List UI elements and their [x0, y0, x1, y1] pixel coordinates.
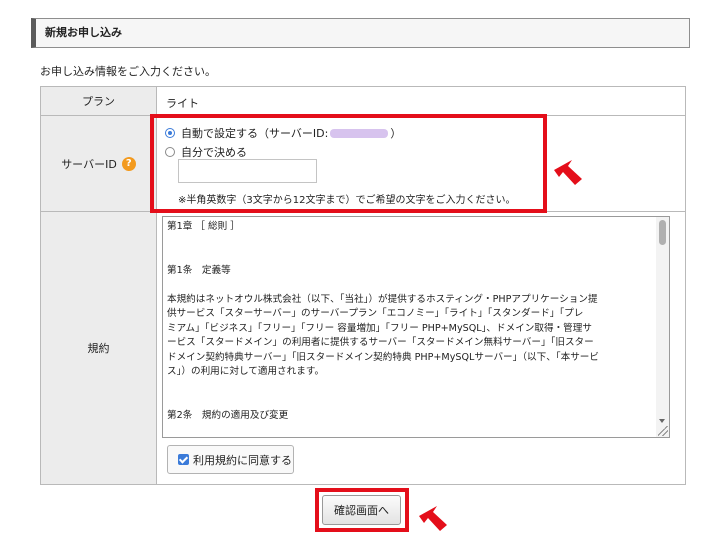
question-circle-icon[interactable]: ?	[121, 156, 136, 171]
plan-label: プラン	[41, 87, 157, 115]
terms-scrollbar[interactable]	[656, 217, 669, 437]
scroll-down-arrow-icon[interactable]	[659, 419, 665, 423]
agree-label: 利用規約に同意する	[193, 453, 292, 467]
red-pointer-arrow-icon	[554, 160, 582, 185]
highlight-server-id-box	[150, 114, 547, 213]
terms-label: 規約	[41, 212, 157, 484]
scroll-thumb[interactable]	[659, 220, 666, 245]
plan-value: ライト	[166, 97, 199, 110]
server-id-label: サーバーID	[61, 157, 117, 171]
resize-grip-icon[interactable]	[658, 426, 668, 436]
confirm-button[interactable]: 確認画面へ	[322, 495, 401, 525]
plan-cell: ライト	[158, 87, 685, 115]
intro-text: お申し込み情報をご入力ください。	[40, 65, 216, 78]
terms-cell: 第1章 ［ 総則 ］ 第1条 定義等 本規約はネットオウル株式会社（以下、「当社…	[158, 212, 685, 484]
terms-row: 規約 第1章 ［ 総則 ］ 第1条 定義等 本規約はネットオウル株式会社（以下、…	[41, 212, 685, 484]
terms-text: 第1章 ［ 総則 ］ 第1条 定義等 本規約はネットオウル株式会社（以下、「当社…	[167, 221, 599, 421]
red-pointer-arrow-icon	[419, 506, 447, 531]
section-header: 新規お申し込み	[31, 18, 690, 48]
terms-textarea[interactable]: 第1章 ［ 総則 ］ 第1条 定義等 本規約はネットオウル株式会社（以下、「当社…	[162, 216, 670, 438]
plan-row: プラン ライト	[41, 87, 685, 116]
server-id-header: サーバーID ?	[41, 116, 157, 211]
agree-terms-button[interactable]: 利用規約に同意する	[167, 445, 294, 474]
agree-checkbox[interactable]	[178, 454, 189, 465]
